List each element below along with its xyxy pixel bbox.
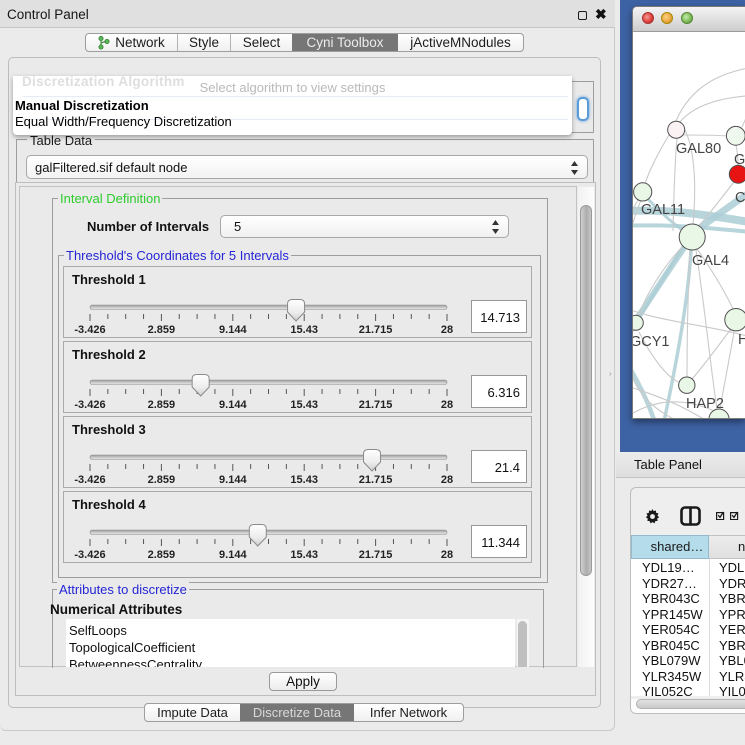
svg-text:9.144: 9.144 [219,399,247,411]
svg-text:28: 28 [441,399,453,411]
svg-text:2.859: 2.859 [148,549,176,561]
svg-text:2.859: 2.859 [148,399,176,411]
svg-text:21.715: 21.715 [359,399,393,411]
svg-text:15.43: 15.43 [290,399,318,411]
svg-text:GAL4: GAL4 [692,253,729,269]
svg-text:GAL11: GAL11 [641,202,685,218]
svg-text:-3.426: -3.426 [74,399,105,411]
svg-text:GA: GA [734,152,745,168]
svg-text:C: C [735,190,745,206]
svg-text:-3.426: -3.426 [74,324,105,336]
svg-text:GAL80: GAL80 [676,141,721,157]
svg-text:HAP2: HAP2 [686,396,724,412]
svg-text:H: H [738,332,745,348]
svg-text:9.144: 9.144 [219,474,247,486]
svg-text:2.859: 2.859 [148,324,176,336]
svg-text:15.43: 15.43 [290,324,318,336]
svg-text:9.144: 9.144 [219,324,247,336]
svg-text:15.43: 15.43 [290,549,318,561]
svg-text:21.715: 21.715 [359,324,393,336]
svg-text:28: 28 [441,324,453,336]
svg-text:28: 28 [441,549,453,561]
svg-text:-3.426: -3.426 [74,474,105,486]
svg-text:21.715: 21.715 [359,549,393,561]
svg-text:2.859: 2.859 [148,474,176,486]
svg-text:9.144: 9.144 [219,549,247,561]
svg-text:15.43: 15.43 [290,474,318,486]
svg-text:-3.426: -3.426 [74,549,105,561]
svg-text:21.715: 21.715 [359,474,393,486]
svg-text:GCY1: GCY1 [633,334,670,350]
svg-text:28: 28 [441,474,453,486]
